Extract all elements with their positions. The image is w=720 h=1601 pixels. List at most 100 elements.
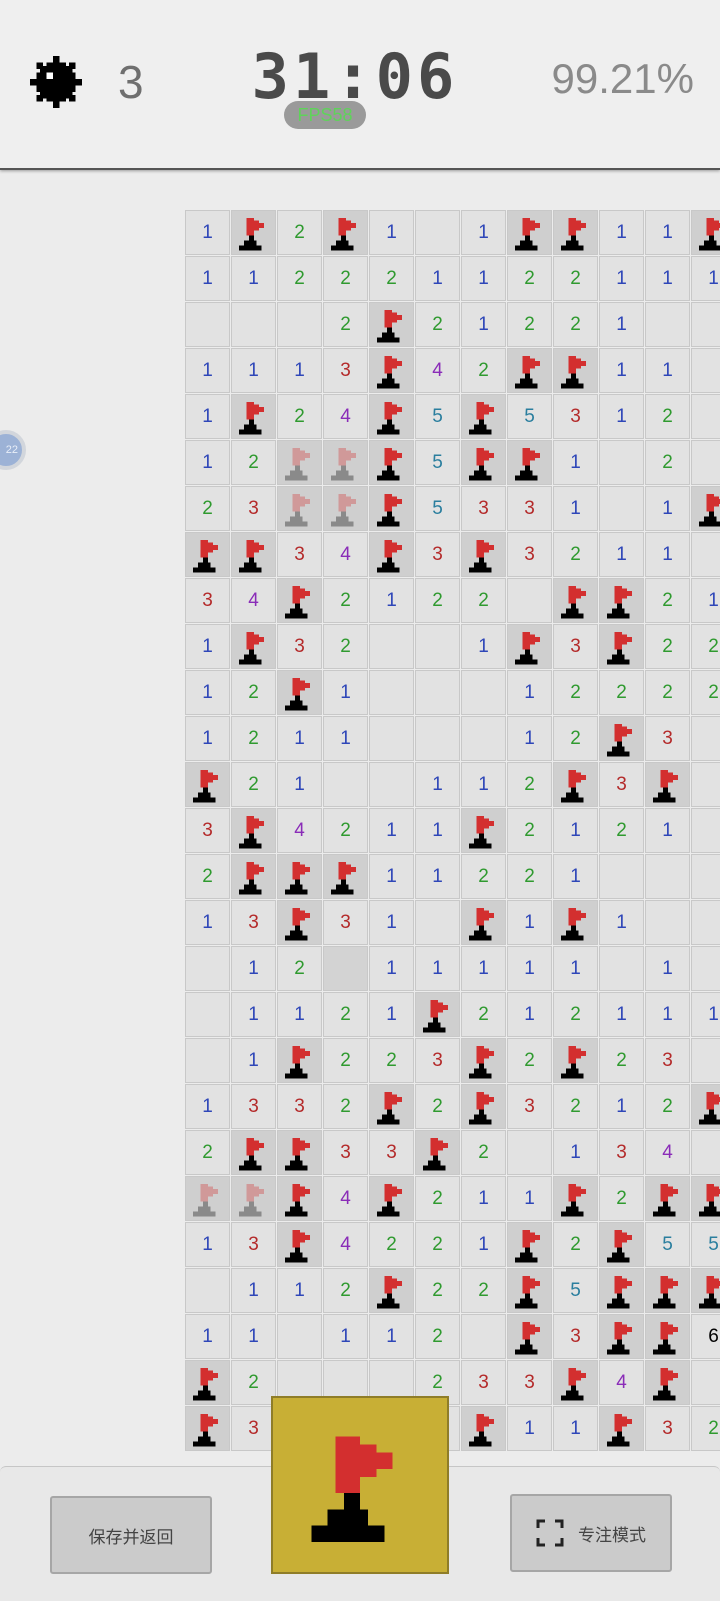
flagged-cell[interactable] — [231, 854, 276, 899]
empty-cell[interactable] — [599, 854, 644, 899]
number-cell[interactable]: 1 — [277, 716, 322, 761]
flagged-cell[interactable] — [369, 440, 414, 485]
number-cell[interactable]: 1 — [185, 394, 230, 439]
empty-cell[interactable] — [691, 716, 720, 761]
flagged-cell[interactable] — [369, 302, 414, 347]
flagged-cell[interactable] — [553, 1360, 598, 1405]
number-cell[interactable]: 1 — [553, 946, 598, 991]
empty-cell[interactable] — [691, 808, 720, 853]
number-cell[interactable]: 1 — [369, 900, 414, 945]
number-cell[interactable]: 2 — [461, 992, 506, 1037]
flagged-cell[interactable] — [277, 1130, 322, 1175]
number-cell[interactable]: 1 — [645, 992, 690, 1037]
faded-flag-cell[interactable] — [323, 440, 368, 485]
empty-cell[interactable] — [461, 1314, 506, 1359]
number-cell[interactable]: 3 — [277, 532, 322, 577]
number-cell[interactable]: 2 — [645, 578, 690, 623]
empty-cell[interactable] — [645, 302, 690, 347]
number-cell[interactable]: 3 — [231, 1222, 276, 1267]
number-cell[interactable]: 2 — [553, 1222, 598, 1267]
number-cell[interactable]: 1 — [415, 946, 460, 991]
focus-mode-button[interactable]: 专注模式 — [510, 1494, 672, 1572]
number-cell[interactable]: 4 — [323, 394, 368, 439]
number-cell[interactable]: 2 — [599, 1176, 644, 1221]
empty-cell[interactable] — [323, 762, 368, 807]
number-cell[interactable]: 2 — [415, 302, 460, 347]
number-cell[interactable]: 3 — [323, 1130, 368, 1175]
number-cell[interactable]: 2 — [553, 1084, 598, 1129]
number-cell[interactable]: 1 — [369, 854, 414, 899]
number-cell[interactable]: 5 — [415, 440, 460, 485]
number-cell[interactable]: 4 — [323, 1222, 368, 1267]
number-cell[interactable]: 2 — [645, 1084, 690, 1129]
number-cell[interactable]: 2 — [507, 854, 552, 899]
faded-flag-cell[interactable] — [323, 486, 368, 531]
flagged-cell[interactable] — [185, 1360, 230, 1405]
empty-cell[interactable] — [691, 348, 720, 393]
flagged-cell[interactable] — [553, 1038, 598, 1083]
flagged-cell[interactable] — [277, 670, 322, 715]
number-cell[interactable]: 5 — [415, 486, 460, 531]
number-cell[interactable]: 5 — [507, 394, 552, 439]
flagged-cell[interactable] — [691, 486, 720, 531]
number-cell[interactable]: 2 — [599, 1038, 644, 1083]
number-cell[interactable]: 1 — [645, 808, 690, 853]
flagged-cell[interactable] — [507, 1314, 552, 1359]
number-cell[interactable]: 2 — [553, 256, 598, 301]
number-cell[interactable]: 2 — [277, 256, 322, 301]
number-cell[interactable]: 1 — [461, 624, 506, 669]
empty-cell[interactable] — [691, 854, 720, 899]
number-cell[interactable]: 3 — [185, 808, 230, 853]
flagged-cell[interactable] — [231, 808, 276, 853]
number-cell[interactable]: 2 — [645, 624, 690, 669]
flagged-cell[interactable] — [553, 900, 598, 945]
number-cell[interactable]: 1 — [553, 486, 598, 531]
number-cell[interactable]: 4 — [415, 348, 460, 393]
number-cell[interactable]: 2 — [553, 992, 598, 1037]
number-cell[interactable]: 2 — [415, 1084, 460, 1129]
empty-cell[interactable] — [645, 900, 690, 945]
flagged-cell[interactable] — [461, 1406, 506, 1451]
number-cell[interactable]: 4 — [323, 1176, 368, 1221]
number-cell[interactable]: 1 — [461, 762, 506, 807]
flagged-cell[interactable] — [277, 1222, 322, 1267]
flagged-cell[interactable] — [553, 348, 598, 393]
number-cell[interactable]: 3 — [645, 1038, 690, 1083]
empty-cell[interactable] — [645, 854, 690, 899]
empty-cell[interactable] — [599, 486, 644, 531]
flagged-cell[interactable] — [599, 578, 644, 623]
number-cell[interactable]: 1 — [231, 1038, 276, 1083]
number-cell[interactable]: 1 — [415, 256, 460, 301]
number-cell[interactable]: 1 — [507, 716, 552, 761]
number-cell[interactable]: 2 — [415, 1268, 460, 1313]
number-cell[interactable]: 1 — [369, 578, 414, 623]
empty-cell[interactable] — [691, 302, 720, 347]
empty-cell[interactable] — [369, 716, 414, 761]
number-cell[interactable]: 4 — [645, 1130, 690, 1175]
flagged-cell[interactable] — [415, 992, 460, 1037]
number-cell[interactable]: 2 — [461, 1130, 506, 1175]
number-cell[interactable]: 2 — [553, 716, 598, 761]
number-cell[interactable]: 1 — [645, 486, 690, 531]
number-cell[interactable]: 2 — [553, 532, 598, 577]
flagged-cell[interactable] — [185, 762, 230, 807]
number-cell[interactable]: 1 — [185, 670, 230, 715]
number-cell[interactable]: 3 — [231, 1406, 276, 1451]
number-cell[interactable]: 1 — [185, 256, 230, 301]
empty-cell[interactable] — [369, 762, 414, 807]
number-cell[interactable]: 2 — [415, 1314, 460, 1359]
number-cell[interactable]: 2 — [461, 1268, 506, 1313]
number-cell[interactable]: 2 — [691, 1406, 720, 1451]
number-cell[interactable]: 2 — [415, 1176, 460, 1221]
number-cell[interactable]: 2 — [553, 670, 598, 715]
flagged-cell[interactable] — [507, 1268, 552, 1313]
flagged-cell[interactable] — [507, 348, 552, 393]
number-cell[interactable]: 2 — [599, 670, 644, 715]
flagged-cell[interactable] — [277, 578, 322, 623]
empty-cell[interactable] — [691, 946, 720, 991]
flagged-cell[interactable] — [461, 900, 506, 945]
number-cell[interactable]: 3 — [231, 1084, 276, 1129]
number-cell[interactable]: 3 — [461, 1360, 506, 1405]
number-cell[interactable]: 6 — [691, 1314, 720, 1359]
empty-cell[interactable] — [415, 670, 460, 715]
